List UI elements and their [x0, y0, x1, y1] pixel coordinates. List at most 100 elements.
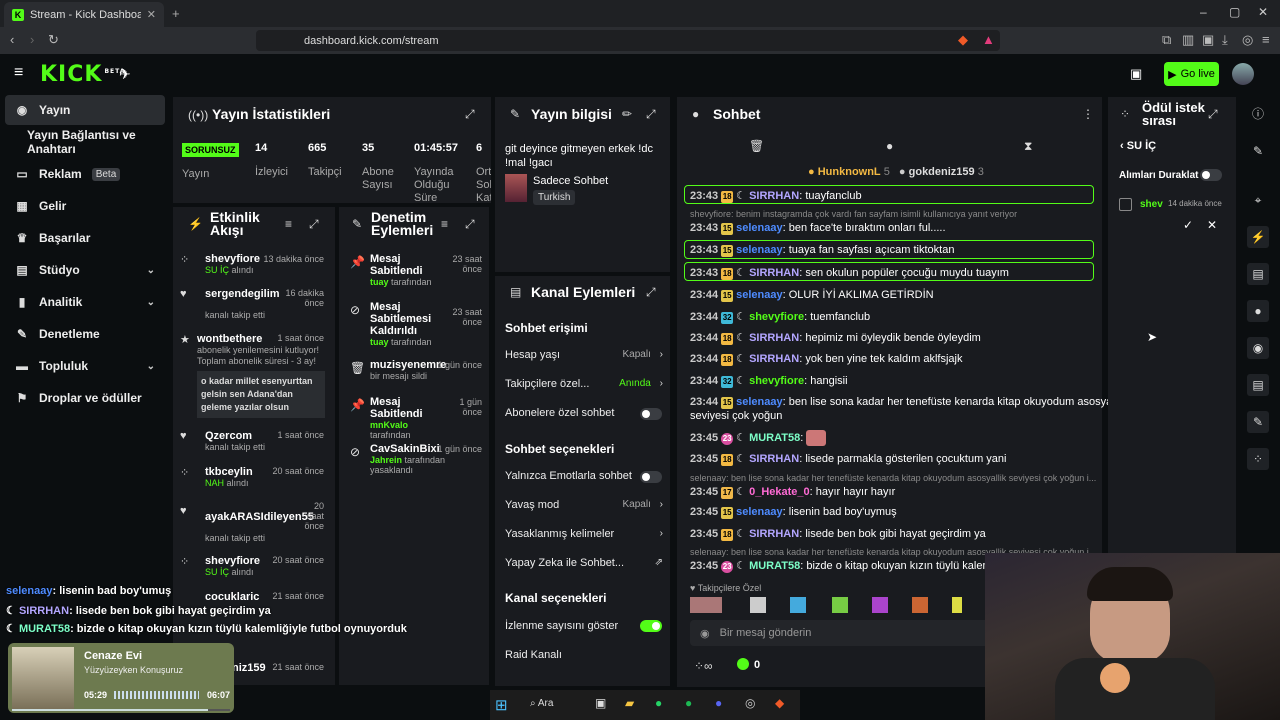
chat-user[interactable]: selenaay	[736, 222, 782, 234]
sidebar-item-stream[interactable]: ◉ Yayın	[5, 95, 165, 125]
slow-mode-option[interactable]: Yavaş mod Kapalı ›	[505, 499, 663, 511]
approve-icon[interactable]: ✓	[1183, 218, 1193, 232]
address-bar[interactable]: dashboard.kick.com/stream	[256, 30, 1000, 51]
chat-user[interactable]: SIRRHAN	[749, 453, 799, 465]
edit-icon[interactable]: ✎	[1247, 140, 1269, 162]
steam-icon[interactable]: ◎	[745, 696, 755, 710]
vpn-icon[interactable]: ◎	[1242, 32, 1253, 48]
chat-user[interactable]: shevyfiore	[749, 375, 804, 387]
bolt-icon[interactable]: ⚡	[1247, 226, 1269, 248]
minimize-icon[interactable]: –	[1200, 5, 1207, 19]
expand-icon[interactable]: ⤢	[309, 217, 319, 232]
entry-checkbox[interactable]	[1119, 198, 1132, 211]
subs-only-toggle[interactable]	[640, 408, 662, 420]
window-close-icon[interactable]: ✕	[1258, 5, 1268, 19]
windows-start-icon[interactable]: ⊞	[495, 696, 508, 714]
new-tab-icon[interactable]: +	[172, 6, 180, 21]
emote-icon[interactable]	[790, 597, 806, 613]
chat-input[interactable]: ◉ Bir mesaj gönderin	[690, 620, 990, 646]
chat-user[interactable]: shevyfiore	[749, 311, 804, 323]
settings-list-icon[interactable]: ▤	[1247, 374, 1269, 396]
more-options-icon[interactable]: ⋮	[1082, 107, 1094, 121]
chat-user[interactable]: MURAT58	[749, 432, 800, 444]
chat-user[interactable]: SIRRHAN	[749, 267, 799, 279]
back-icon[interactable]: ‹	[10, 32, 14, 47]
emote-icon[interactable]	[750, 597, 766, 613]
sidebar-item-ads[interactable]: ▭ Reklam Beta	[5, 159, 165, 189]
chat-user[interactable]: MURAT58	[749, 560, 800, 572]
expand-icon[interactable]: ⤢	[465, 107, 475, 122]
browser-tab[interactable]: K Stream - Kick Dashboard ✕	[4, 2, 164, 27]
filter-icon[interactable]: ≡	[285, 217, 292, 231]
extensions-icon[interactable]: ⧉	[1162, 32, 1171, 48]
rewards-back-button[interactable]: ‹ SU İÇ	[1120, 140, 1156, 152]
chat-bubble-icon[interactable]: ●	[886, 139, 893, 153]
expand-icon[interactable]: ⤢	[465, 217, 475, 232]
sidebar-item-studio[interactable]: ▤ Stüdyo ⌄	[5, 255, 165, 285]
avatar[interactable]	[1232, 63, 1254, 85]
emote-icon[interactable]	[952, 597, 962, 613]
account-age-option[interactable]: Hesap yaşı Kapalı ›	[505, 349, 663, 361]
pin-icon[interactable]: ✈	[119, 66, 131, 83]
brave-rewards-icon[interactable]: ▲	[982, 32, 995, 47]
chat-user[interactable]: 0_Hekate_0	[749, 486, 810, 498]
sidebar-item-revenue[interactable]: ▦ Gelir	[5, 191, 165, 221]
chat-user[interactable]: SIRRHAN	[749, 190, 799, 202]
sidebar-item-stream-key[interactable]: Yayın Bağlantısı ve Anahtarı	[5, 127, 165, 157]
menu-icon[interactable]: ≡	[1262, 32, 1270, 47]
hourglass-icon[interactable]: ⧗	[1024, 139, 1032, 154]
reject-icon[interactable]: ✕	[1207, 218, 1217, 232]
chat-user[interactable]: selenaay	[736, 289, 782, 301]
info-icon[interactable]: ⓘ	[1247, 103, 1269, 125]
trash-icon[interactable]: 🗑	[749, 139, 764, 153]
broadcast-icon[interactable]: ◉	[1247, 337, 1269, 359]
downloads-icon[interactable]: ⤓	[1222, 32, 1228, 48]
show-viewers-toggle[interactable]	[640, 620, 662, 632]
task-view-icon[interactable]: ▣	[595, 696, 606, 710]
emote-icon[interactable]	[832, 597, 848, 613]
creator-mode-icon[interactable]: ▣	[1130, 66, 1142, 82]
scan-icon[interactable]: ⌖	[1247, 189, 1269, 211]
stats-icon[interactable]: ▤	[1247, 263, 1269, 285]
chat-user[interactable]: SIRRHAN	[749, 332, 799, 344]
brave-icon[interactable]: ◆	[775, 696, 784, 710]
sidebar-item-drops[interactable]: ⚑ Droplar ve ödüller	[5, 383, 165, 413]
emote-icon[interactable]	[912, 597, 928, 613]
banned-words-option[interactable]: Yasaklanmış kelimeler ›	[505, 528, 663, 540]
reload-icon[interactable]: ↻	[48, 32, 59, 48]
filter-icon[interactable]: ≡	[441, 217, 448, 231]
expand-icon[interactable]: ⤢	[1208, 107, 1218, 122]
emote-icon[interactable]	[690, 597, 722, 613]
kick-logo[interactable]: KICK BETA	[40, 62, 125, 87]
community-icon[interactable]: ⁘∞	[694, 659, 713, 673]
discord-icon[interactable]: ●	[715, 696, 722, 710]
chat-user[interactable]: SIRRHAN	[749, 528, 799, 540]
spotify-icon[interactable]: ●	[685, 696, 692, 710]
followers-only-option[interactable]: Takipçilere özel... Anında ›	[505, 378, 663, 390]
sidebar-toggle-icon[interactable]: ▥	[1182, 32, 1194, 48]
edit-icon[interactable]: ✏	[622, 107, 632, 121]
chat-user[interactable]: SIRRHAN	[749, 353, 799, 365]
emote-only-toggle[interactable]	[640, 471, 662, 483]
expand-icon[interactable]: ⤢	[646, 285, 656, 300]
emote-icon[interactable]	[872, 597, 888, 613]
expand-icon[interactable]: ⤢	[646, 107, 656, 122]
hamburger-menu-icon[interactable]: ≡	[14, 64, 23, 82]
sidebar-item-community[interactable]: ▬ Topluluk ⌄	[5, 351, 165, 381]
forward-icon[interactable]: ›	[30, 32, 34, 47]
go-live-button[interactable]: ▶ Go live	[1164, 62, 1219, 86]
raid-option[interactable]: Raid Kanalı	[505, 649, 663, 661]
chat-user[interactable]: selenaay	[736, 244, 782, 256]
file-explorer-icon[interactable]: ▰	[625, 696, 634, 710]
chat-user[interactable]: selenaay	[736, 506, 782, 518]
ai-chat-option[interactable]: Yapay Zeka ile Sohbet... ⇗	[505, 557, 663, 569]
sidebar-item-achievements[interactable]: ♛ Başarılar	[5, 223, 165, 253]
wrench-icon[interactable]: ✎	[1247, 411, 1269, 433]
taskbar-search[interactable]: ⌕ Ara	[530, 698, 553, 709]
sidebar-item-moderation[interactable]: ✎ Denetleme	[5, 319, 165, 349]
brave-shield-icon[interactable]: ◆	[958, 32, 968, 48]
wallet-icon[interactable]: ▣	[1202, 32, 1214, 48]
whatsapp-icon[interactable]: ●	[655, 696, 662, 710]
pause-toggle[interactable]	[1200, 169, 1222, 181]
close-tab-icon[interactable]: ✕	[147, 8, 156, 21]
